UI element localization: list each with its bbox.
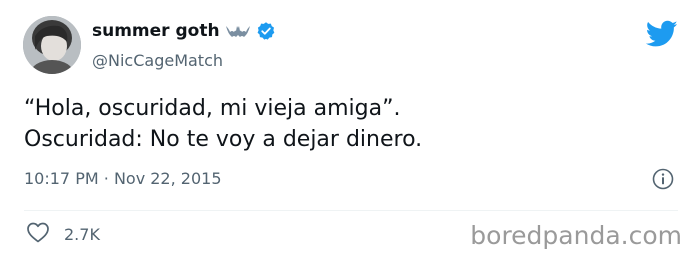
tweet-text-line: Oscuridad: No te voy a dejar dinero. <box>24 127 423 152</box>
name-row: summer goth <box>92 21 276 41</box>
like-count: 2.7K <box>64 225 100 244</box>
tweet-timestamp[interactable]: 10:17 PM · Nov 22, 2015 <box>24 168 222 190</box>
tweet-date: Nov 22, 2015 <box>113 169 222 188</box>
avatar[interactable] <box>23 16 81 74</box>
verified-badge-icon <box>256 21 276 41</box>
display-name[interactable]: summer goth <box>92 21 220 41</box>
tweet-card: summer goth @NicCageMatch “Hola, oscurid… <box>0 0 700 257</box>
timestamp-separator: · <box>103 169 109 188</box>
tweet-text-line: “Hola, oscuridad, mi vieja amiga”. <box>24 96 401 121</box>
watermark: boredpanda.com <box>470 221 682 250</box>
bat-icon <box>225 23 250 39</box>
user-handle[interactable]: @NicCageMatch <box>92 51 223 71</box>
divider <box>24 210 678 211</box>
like-button[interactable]: 2.7K <box>26 221 100 249</box>
tweet-time: 10:17 PM <box>24 169 99 188</box>
twitter-logo-icon[interactable] <box>645 20 678 48</box>
info-icon[interactable] <box>652 168 674 190</box>
tweet-text: “Hola, oscuridad, mi vieja amiga”. Oscur… <box>24 93 664 155</box>
heart-icon <box>26 221 50 249</box>
